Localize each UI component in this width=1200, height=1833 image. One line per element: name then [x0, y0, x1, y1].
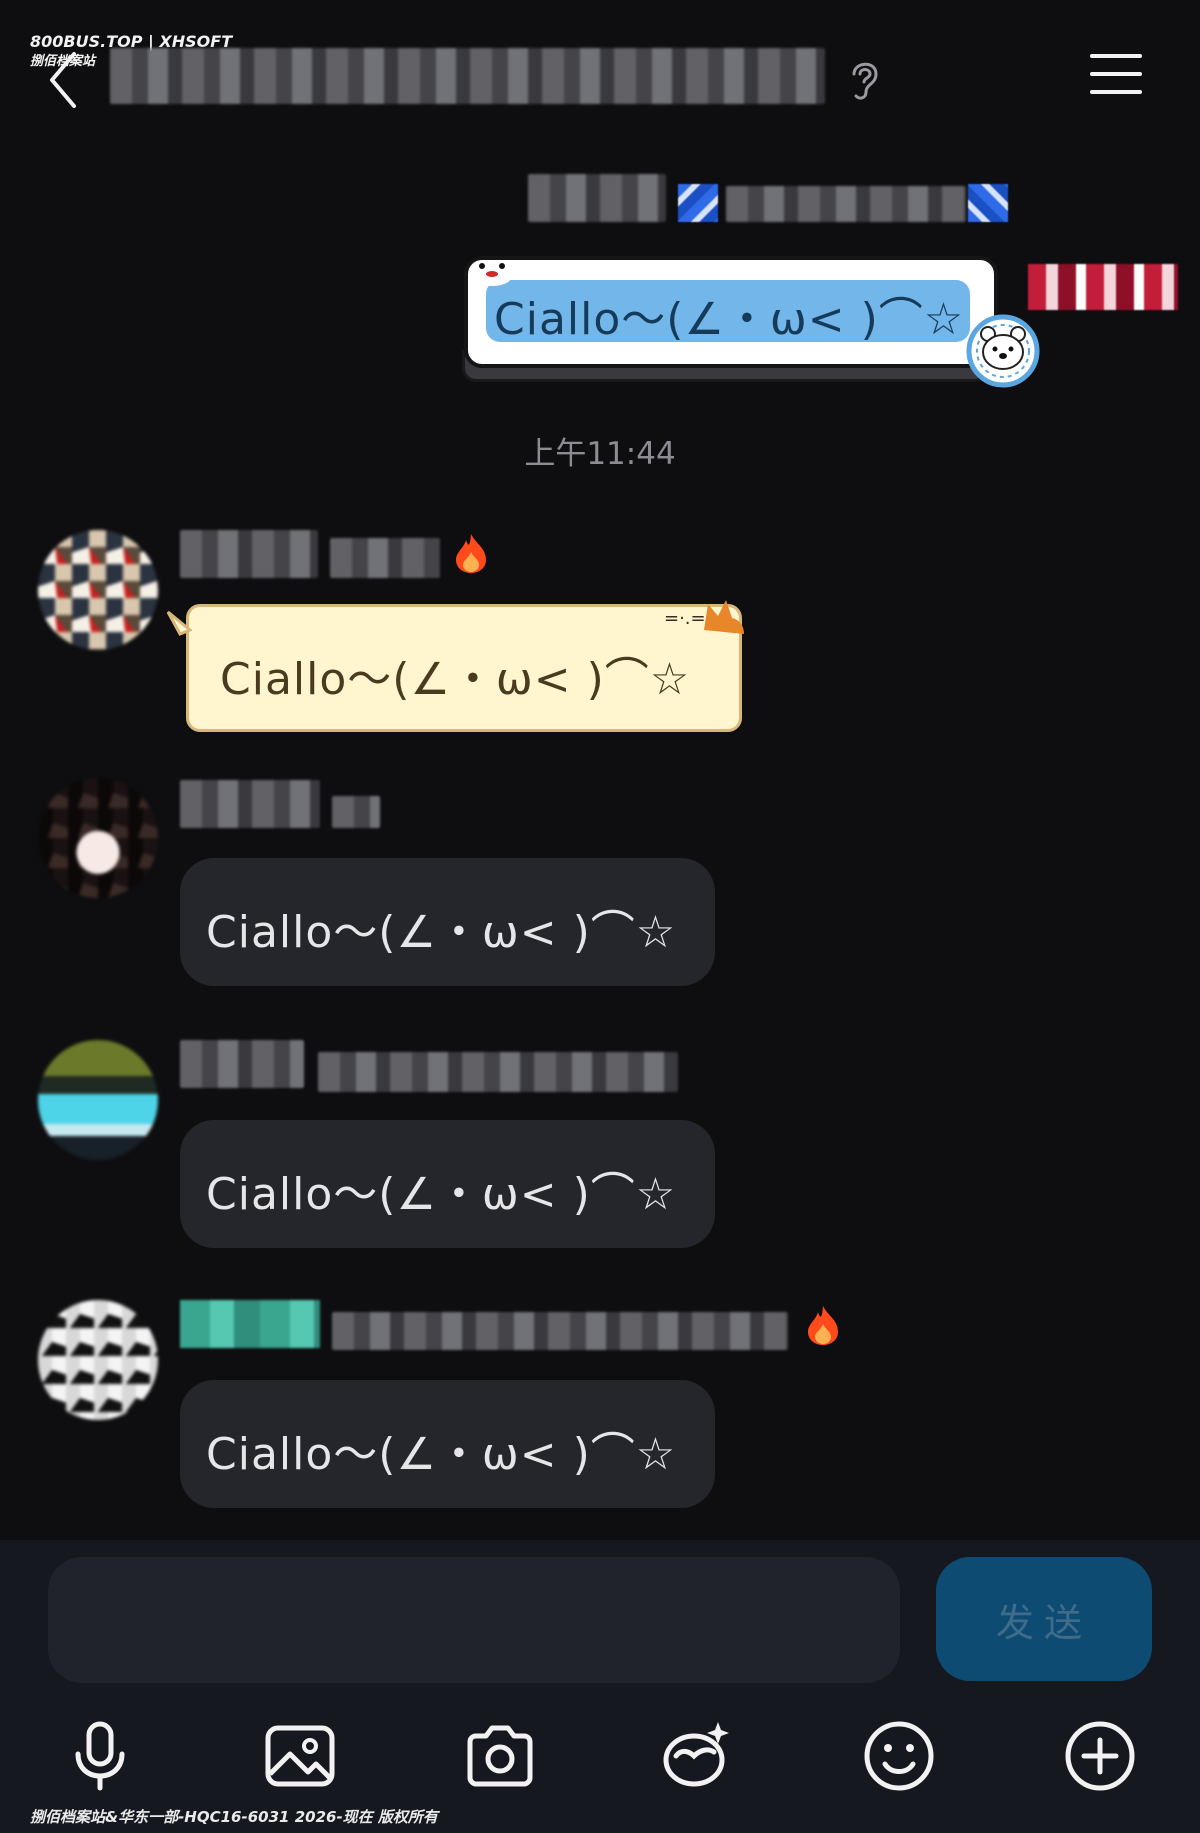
message-text: Ciallo～(∠・ω< )⌒☆: [206, 1429, 677, 1480]
sender-name-redacted: [180, 1040, 304, 1088]
back-arrow-icon[interactable]: [46, 50, 86, 110]
send-button[interactable]: 发送: [936, 1557, 1152, 1681]
bear-sticker-icon: [966, 314, 1040, 388]
doodle-icon[interactable]: [660, 1718, 736, 1794]
plus-icon[interactable]: [1062, 1718, 1138, 1794]
sender-name-redacted: [180, 1300, 320, 1348]
bubble-tail: [166, 610, 192, 636]
sender-name-redacted: [180, 780, 320, 828]
microphone-icon[interactable]: [62, 1718, 138, 1794]
flame-icon: [456, 534, 486, 573]
cat-sticker-icon: =·.=: [664, 600, 744, 634]
flame-icon: [808, 1306, 838, 1345]
avatar[interactable]: [38, 1040, 158, 1160]
sender-name-redacted: [180, 530, 318, 578]
level-badge: [968, 184, 1008, 222]
image-icon[interactable]: [262, 1718, 338, 1794]
message-text: Ciallo～(∠・ω< )⌒☆: [206, 907, 677, 958]
menu-icon[interactable]: [1088, 52, 1144, 96]
sender-title-redacted: [726, 186, 966, 222]
sender-title-redacted: [330, 538, 440, 578]
message-text: Ciallo～(∠・ω< )⌒☆: [220, 654, 691, 705]
own-avatar[interactable]: [1028, 264, 1178, 310]
camera-icon[interactable]: [462, 1718, 538, 1794]
sender-title-redacted: [332, 796, 380, 828]
watermark-bottom: 捌佰档案站&华东一部-HQC16-6031 2026-现在 版权所有: [30, 1808, 438, 1826]
svg-text:=·.=: =·.=: [664, 608, 706, 629]
sender-title-redacted: [318, 1052, 678, 1092]
ear-icon[interactable]: [846, 56, 882, 102]
sender-name-redacted: [528, 174, 666, 222]
message-bubble[interactable]: Ciallo～(∠・ω< )⌒☆: [180, 858, 715, 986]
chat-title-redacted[interactable]: [110, 48, 825, 104]
seal-sticker-icon: [472, 263, 512, 286]
outgoing-message-text: Ciallo～(∠・ω< )⌒☆: [494, 294, 965, 345]
message-input[interactable]: [48, 1557, 900, 1683]
emoji-icon[interactable]: [861, 1718, 937, 1794]
level-badge: [678, 184, 718, 222]
message-bubble[interactable]: Ciallo～(∠・ω< )⌒☆: [180, 1120, 715, 1248]
avatar[interactable]: [38, 1300, 158, 1420]
avatar[interactable]: [38, 530, 158, 650]
message-text: Ciallo～(∠・ω< )⌒☆: [206, 1169, 677, 1220]
message-timestamp: 上午11:44: [524, 436, 676, 472]
avatar[interactable]: [38, 778, 158, 898]
message-bubble[interactable]: Ciallo～(∠・ω< )⌒☆: [180, 1380, 715, 1508]
sender-title-redacted: [332, 1312, 788, 1350]
